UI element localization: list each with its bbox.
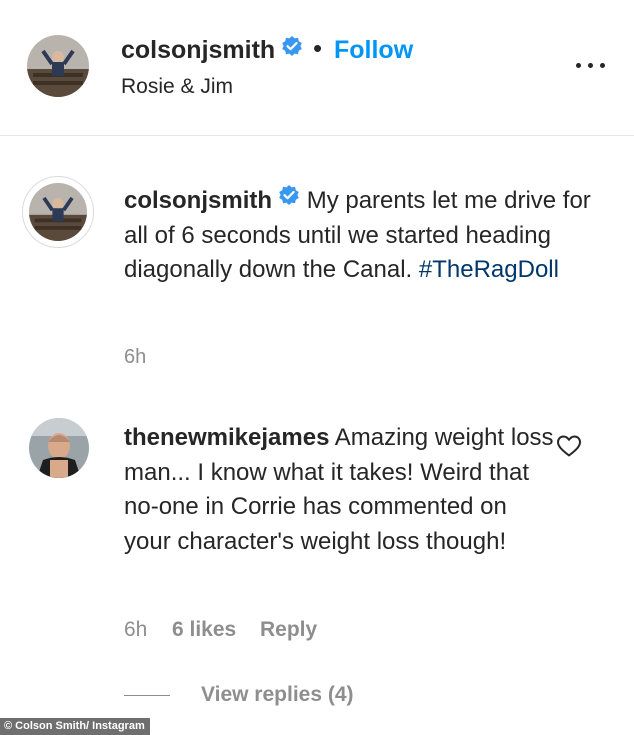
caption-username[interactable]: colsonjsmith [124,187,272,214]
location-link[interactable]: Rosie & Jim [121,75,233,99]
post-header: colsonjsmith • Follow Rosie & Jim [0,0,634,136]
photo-credit: © Colson Smith/ Instagram [0,718,150,735]
reply-button[interactable]: Reply [260,618,317,642]
commenter-avatar[interactable] [29,418,89,478]
view-replies-line [124,695,170,696]
caption-timestamp[interactable]: 6h [124,346,146,369]
post-caption: colsonjsmith My parents let me drive for… [124,184,594,288]
follow-button[interactable]: Follow [334,36,413,65]
commenter-username[interactable]: thenewmikejames [124,424,329,451]
header-username[interactable]: colsonjsmith [121,35,303,66]
header-username-text[interactable]: colsonjsmith [121,36,275,64]
heart-like-icon[interactable] [556,434,582,458]
more-options-icon[interactable] [574,60,606,72]
separator-dot: • [313,33,323,63]
caption-avatar[interactable] [29,183,87,241]
comment-body: thenewmikejames Amazing weight loss man.… [124,421,554,559]
comment-likes[interactable]: 6 likes [172,618,236,642]
verified-badge-icon [278,182,300,217]
verified-badge-icon [281,35,303,64]
comment-timestamp[interactable]: 6h [124,618,147,642]
view-replies-button[interactable]: View replies (4) [201,683,354,707]
profile-avatar[interactable] [27,35,89,97]
hashtag-link[interactable]: #TheRagDoll [419,256,559,283]
